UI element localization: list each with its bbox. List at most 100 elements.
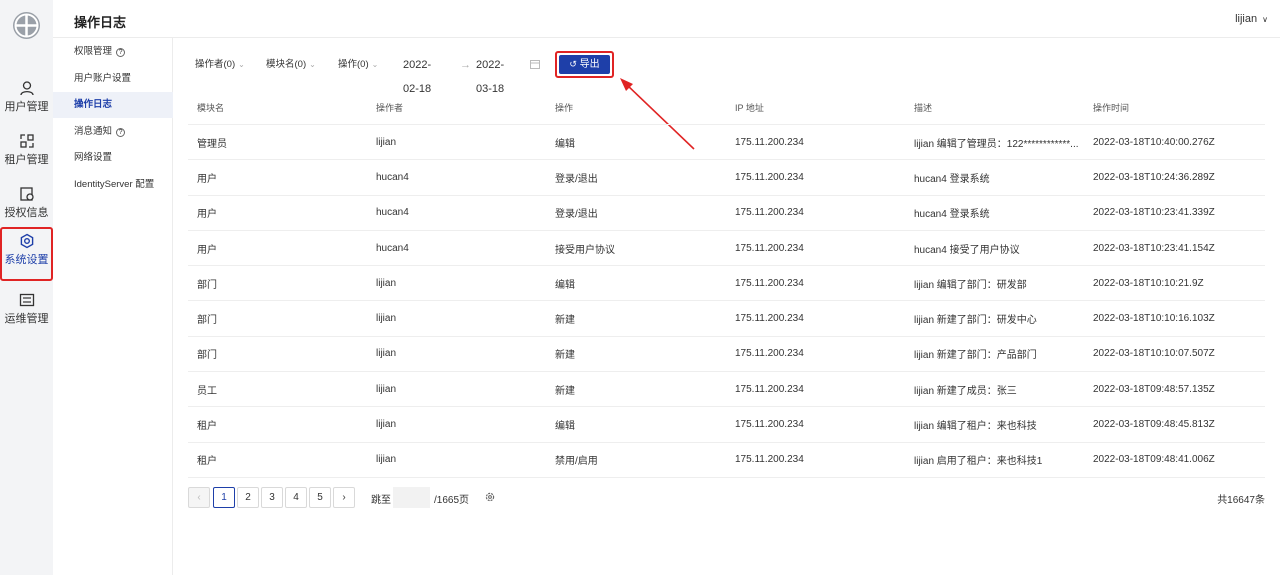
subnav-item-1[interactable]: 用户账户设置 (53, 66, 173, 92)
table-cell: lijian 启用了租户：来也科技1 (914, 456, 1043, 468)
user-icon (19, 80, 35, 96)
app-logo-icon[interactable] (13, 12, 40, 39)
subnav-item-label: 用户账户设置 (74, 72, 132, 84)
table-cell: 2022-03-18T10:23:41.154Z (1093, 242, 1215, 254)
prev-page-icon[interactable]: ‹ (188, 487, 210, 508)
rail-item-3[interactable]: 系统设置 (0, 227, 53, 281)
table-cell: 175.11.200.234 (735, 207, 804, 219)
rail-item-4[interactable]: 运维管理 (0, 286, 53, 338)
table-cell: 2022-03-18T09:48:45.813Z (1093, 419, 1215, 431)
table-cell: 2022-03-18T10:10:16.103Z (1093, 313, 1215, 325)
table-cell: 编辑 (555, 421, 575, 433)
table-cell: lijian (376, 136, 397, 148)
table-cell: hucan4 (376, 207, 409, 219)
action-filter[interactable]: 操作(0) ⌄ (338, 53, 378, 77)
table-cell: 175.11.200.234 (735, 348, 804, 360)
subnav-item-label: 操作日志 (74, 99, 113, 111)
subnav-item-label: 网络设置 (74, 152, 113, 164)
table-cell: hucan4 登录系统 (914, 209, 990, 221)
table-cell: 175.11.200.234 (735, 313, 804, 325)
left-rail: 用户管理租户管理授权信息系统设置运维管理 (0, 0, 53, 575)
rail-item-label: 租户管理 (4, 154, 49, 166)
table-cell: lijian (376, 348, 397, 360)
subnav-item-5[interactable]: IdentityServer 配置 (53, 172, 173, 198)
table-cell: 用户 (197, 173, 217, 185)
rail-item-label: 授权信息 (4, 207, 49, 219)
subnav-item-label: 消息通知 (74, 125, 113, 137)
table-cell: lijian (376, 419, 397, 431)
help-icon[interactable]: ? (116, 127, 126, 137)
table-row[interactable]: 租户 lijian 编辑 175.11.200.234 lijian 编辑了租户：来也科… (188, 407, 1265, 443)
table-cell: 编辑 (555, 279, 575, 291)
table-cell: 175.11.200.234 (735, 277, 804, 289)
rail-item-label: 运维管理 (4, 313, 49, 325)
gear-icon[interactable] (485, 492, 495, 505)
column-header: 操作 (555, 103, 574, 113)
top-bar: 操作日志 lijian ∨ (53, 0, 1280, 38)
table-cell: 175.11.200.234 (735, 419, 804, 431)
column-header: 操作时间 (1093, 103, 1130, 113)
table-cell: lijian 新建了部门：产品部门 (914, 350, 1037, 362)
table-header: 模块名 操作者 操作 IP 地址 描述 操作时间 (188, 91, 1265, 125)
table-row[interactable]: 用户 hucan4 接受用户协议 175.11.200.234 hucan4 接受了用户… (188, 231, 1265, 267)
table-cell: 175.11.200.234 (735, 383, 804, 395)
table-cell: 175.11.200.234 (735, 136, 804, 148)
table-cell: lijian 新建了部门：研发中心 (914, 315, 1037, 327)
table-cell: 部门 (197, 315, 217, 327)
jump-page-input[interactable] (393, 487, 430, 508)
table-row[interactable]: 部门 lijian 新建 175.11.200.234 lijian 新建了部门：研发中… (188, 302, 1265, 337)
table-cell: 175.11.200.234 (735, 454, 804, 466)
help-icon[interactable]: ? (116, 48, 126, 57)
subnav-item-2[interactable]: 操作日志 (53, 92, 173, 119)
user-menu[interactable]: lijian ∨ (1235, 13, 1268, 25)
module-filter[interactable]: 模块名(0) ⌄ (266, 53, 316, 77)
total-pages: /1665页 (434, 495, 470, 506)
settings-subnav: 权限管理? 用户账户设置 操作日志消息通知? 网络设置 IdentityServer 配… (53, 38, 173, 575)
table-cell: 175.11.200.234 (735, 171, 804, 183)
module-filter-label: 模块名(0) (266, 59, 307, 70)
operator-filter[interactable]: 操作者(0) ⌄ (195, 53, 245, 77)
table-row[interactable]: 租户 lijian 禁用/启用 175.11.200.234 lijian 启用了租户：… (188, 443, 1265, 478)
user-name: lijian (1235, 13, 1258, 25)
table-row[interactable]: 部门 lijian 新建 175.11.200.234 lijian 新建了部门：产品部… (188, 337, 1265, 373)
table-cell: hucan4 (376, 171, 409, 183)
rail-item-2[interactable]: 授权信息 (0, 180, 53, 232)
table-row[interactable]: 用户 hucan4 登录/退出 175.11.200.234 hucan4 登录系统 20… (188, 196, 1265, 231)
ops-icon (19, 292, 35, 308)
table-cell: 2022-03-18T10:23:41.339Z (1093, 207, 1215, 219)
export-button[interactable]: ↺ 导出 (559, 55, 610, 74)
table-cell: hucan4 接受了用户协议 (914, 244, 1020, 256)
table-cell: lijian 编辑了管理员：122************... (914, 138, 1079, 150)
next-page-icon[interactable]: › (333, 487, 355, 508)
table-cell: lijian (376, 383, 397, 395)
calendar-icon[interactable] (530, 54, 540, 78)
table-cell: 175.11.200.234 (735, 242, 804, 254)
rail-item-0[interactable]: 用户管理 (0, 74, 53, 126)
table-row[interactable]: 用户 hucan4 登录/退出 175.11.200.234 hucan4 登录系统 20… (188, 160, 1265, 196)
page-button[interactable]: 5 (309, 487, 331, 508)
rail-item-label: 系统设置 (4, 254, 49, 266)
subnav-item-0[interactable]: 权限管理? (53, 39, 173, 65)
table-row[interactable]: 员工 lijian 新建 175.11.200.234 lijian 新建了成员：张三 2… (188, 372, 1265, 408)
table-cell: 用户 (197, 209, 217, 221)
export-label: 导出 (579, 59, 600, 70)
table-cell: hucan4 登录系统 (914, 173, 990, 185)
page-button[interactable]: 1 (213, 487, 235, 508)
total-count: 共16647条 (1217, 495, 1265, 506)
page-button[interactable]: 3 (261, 487, 283, 508)
table-cell: 登录/退出 (555, 173, 598, 185)
table-cell: 部门 (197, 279, 217, 291)
table-cell: lijian 新建了成员：张三 (914, 385, 1017, 397)
chevron-down-icon: ⌄ (371, 60, 379, 69)
page-button[interactable]: 4 (285, 487, 307, 508)
table-cell: 2022-03-18T09:48:41.006Z (1093, 454, 1215, 466)
subnav-item-3[interactable]: 消息通知? (53, 119, 173, 145)
table-row[interactable]: 部门 lijian 编辑 175.11.200.234 lijian 编辑了部门：研发部… (188, 266, 1265, 302)
subnav-item-label: 权限管理 (74, 46, 113, 57)
tenant-icon (19, 133, 35, 149)
table-row[interactable]: 管理员 lijian 编辑 175.11.200.234 lijian 编辑了管理员：1… (188, 125, 1265, 161)
subnav-item-4[interactable]: 网络设置 (53, 145, 173, 171)
rail-item-1[interactable]: 租户管理 (0, 127, 53, 179)
table-cell: 新建 (555, 350, 575, 362)
page-button[interactable]: 2 (237, 487, 259, 508)
